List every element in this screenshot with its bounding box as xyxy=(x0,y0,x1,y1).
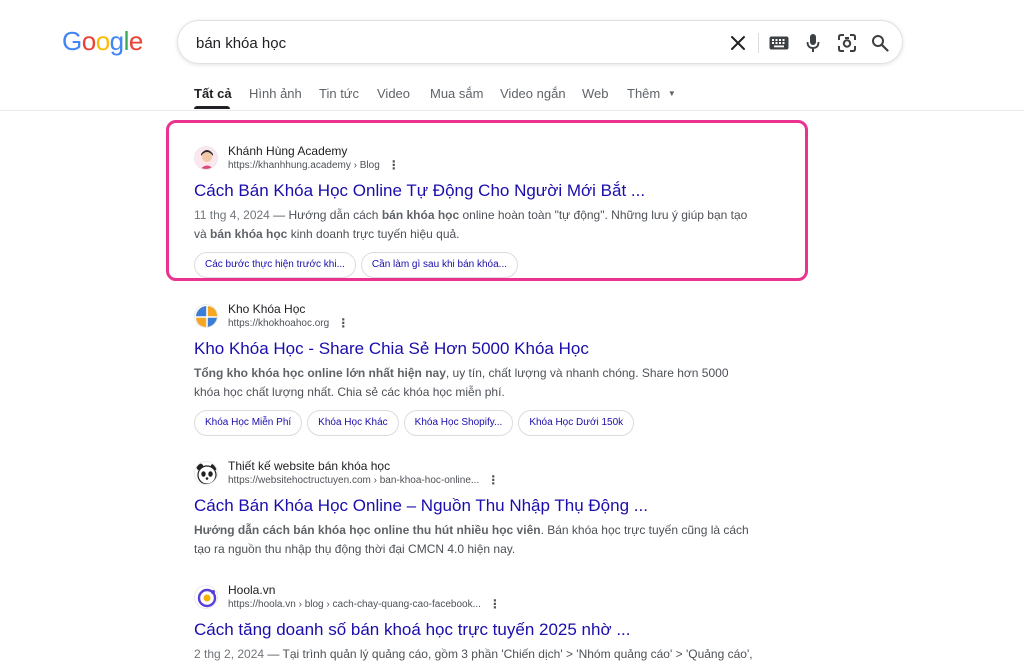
more-vert-icon[interactable]: ⋮ xyxy=(489,598,501,610)
search-result: Hoola.vn https://hoola.vn › blog › cach-… xyxy=(194,583,754,664)
snippet-emphasis: Tổng kho khóa học online lớn nhất hiện n… xyxy=(194,366,446,380)
caret-down-icon: ▼ xyxy=(667,89,676,98)
result-source[interactable]: Hoola.vn https://hoola.vn › blog › cach-… xyxy=(194,583,754,615)
result-date: 11 thg 4, 2024 xyxy=(194,208,270,222)
active-tab-indicator xyxy=(194,106,230,109)
result-title-link[interactable]: Kho Khóa Học - Share Chia Sẻ Hơn 5000 Kh… xyxy=(194,338,754,360)
microphone-icon[interactable] xyxy=(801,31,825,55)
snippet-emphasis: Hướng dẫn cách bán khóa học online thu h… xyxy=(194,523,541,537)
sitelink-chip[interactable]: Khóa Học Khác xyxy=(307,410,399,436)
keyboard-icon[interactable] xyxy=(767,31,791,55)
result-title-link[interactable]: Cách Bán Khóa Học Online – Nguồn Thu Nhậ… xyxy=(194,495,754,517)
search-result: Khánh Hùng Academy https://khanhhung.aca… xyxy=(194,144,754,278)
snippet-text: — Hướng dẫn cách xyxy=(269,208,382,222)
tab-more-label: Thêm xyxy=(627,86,661,101)
search-divider xyxy=(758,33,759,53)
avatar-favicon-icon xyxy=(194,146,218,170)
result-snippet: 11 thg 4, 2024 — Hướng dẫn cách bán khóa… xyxy=(194,206,754,244)
snippet-emphasis: bán khóa học xyxy=(210,227,288,241)
result-source[interactable]: Kho Khóa Học https://khokhoahoc.org ⋮ xyxy=(194,302,754,334)
result-snippet: 2 thg 2, 2024 — Tại trình quản lý quảng … xyxy=(194,645,754,664)
sitelink-chip[interactable]: Khóa Học Dưới 150k xyxy=(518,410,635,436)
lens-icon[interactable] xyxy=(835,31,859,55)
logo-letter: g xyxy=(109,26,124,56)
site-url: https://websitehoctructuyen.com › ban-kh… xyxy=(228,474,499,486)
tab-shopping[interactable]: Mua sắm xyxy=(430,86,483,101)
pie-favicon-icon xyxy=(194,304,218,328)
more-vert-icon[interactable]: ⋮ xyxy=(337,317,349,329)
sitelink-chips: Các bước thực hiện trước khi... Cần làm g… xyxy=(194,252,754,278)
sitelink-chips: Khóa Học Miễn Phí Khóa Học Khác Khóa Học S… xyxy=(194,410,754,436)
site-name: Kho Khóa Học xyxy=(228,302,306,316)
sitelink-chip[interactable]: Khóa Học Miễn Phí xyxy=(194,410,303,436)
result-title-link[interactable]: Cách tăng doanh số bán khoá học trực tuy… xyxy=(194,619,754,641)
google-logo[interactable]: Google xyxy=(62,26,143,56)
hoola-favicon-icon xyxy=(194,585,218,609)
result-source[interactable]: Khánh Hùng Academy https://khanhhung.aca… xyxy=(194,144,754,176)
site-url: https://khokhoahoc.org ⋮ xyxy=(228,317,349,329)
search-result: Thiết kế website bán khóa học https://we… xyxy=(194,459,754,559)
site-name: Hoola.vn xyxy=(228,583,276,597)
site-name: Thiết kế website bán khóa học xyxy=(228,459,391,473)
logo-letter: e xyxy=(128,26,143,56)
panda-favicon-icon xyxy=(194,461,218,485)
search-box[interactable] xyxy=(177,20,903,64)
more-vert-icon[interactable]: ⋮ xyxy=(388,159,400,171)
tab-images[interactable]: Hình ảnh xyxy=(249,86,302,101)
tab-more[interactable]: Thêm ▼ xyxy=(627,86,676,101)
sitelink-chip[interactable]: Cần làm gì sau khi bán khóa... xyxy=(360,252,518,278)
tab-web[interactable]: Web xyxy=(582,86,609,101)
site-url-text: https://websitehoctructuyen.com › ban-kh… xyxy=(228,475,480,486)
tab-all[interactable]: Tất cả xyxy=(194,86,232,101)
header-divider xyxy=(0,110,1024,111)
result-snippet: Hướng dẫn cách bán khóa học online thu h… xyxy=(194,521,754,559)
close-icon[interactable] xyxy=(726,31,750,55)
search-result: Kho Khóa Học https://khokhoahoc.org ⋮ Kho… xyxy=(194,302,754,436)
site-url-text: https://khanhhung.academy › Blog xyxy=(228,160,380,171)
snippet-text: — Tại trình quản lý quảng cáo, gồm 3 phầ… xyxy=(264,647,753,661)
snippet-emphasis: bán khóa học xyxy=(381,208,460,222)
search-icon[interactable] xyxy=(868,31,892,55)
site-name: Khánh Hùng Academy xyxy=(228,144,348,158)
tab-news[interactable]: Tin tức xyxy=(319,86,359,101)
more-vert-icon[interactable]: ⋮ xyxy=(487,474,499,486)
tab-videos[interactable]: Video xyxy=(377,86,410,101)
site-url: https://khanhhung.academy › Blog ⋮ xyxy=(228,159,400,171)
result-source[interactable]: Thiết kế website bán khóa học https://we… xyxy=(194,459,754,491)
logo-letter: o xyxy=(95,26,110,56)
snippet-text: kinh doanh trực tuyến hiệu quả. xyxy=(287,227,460,241)
result-snippet: Tổng kho khóa học online lớn nhất hiện n… xyxy=(194,364,754,402)
site-url: https://hoola.vn › blog › cach-chay-quan… xyxy=(228,598,501,610)
result-date: 2 thg 2, 2024 xyxy=(194,647,265,661)
logo-letter: G xyxy=(62,26,82,56)
result-title-link[interactable]: Cách Bán Khóa Học Online Tự Động Cho Ngư… xyxy=(194,180,754,202)
site-url-text: https://hoola.vn › blog › cach-chay-quan… xyxy=(228,599,481,610)
tab-short-videos[interactable]: Video ngắn xyxy=(500,86,566,101)
site-url-text: https://khokhoahoc.org xyxy=(228,318,330,329)
sitelink-chip[interactable]: Các bước thực hiện trước khi... xyxy=(194,252,356,278)
search-input[interactable] xyxy=(196,33,716,53)
sitelink-chip[interactable]: Khóa Học Shopify... xyxy=(403,410,514,436)
logo-letter: o xyxy=(81,26,96,56)
